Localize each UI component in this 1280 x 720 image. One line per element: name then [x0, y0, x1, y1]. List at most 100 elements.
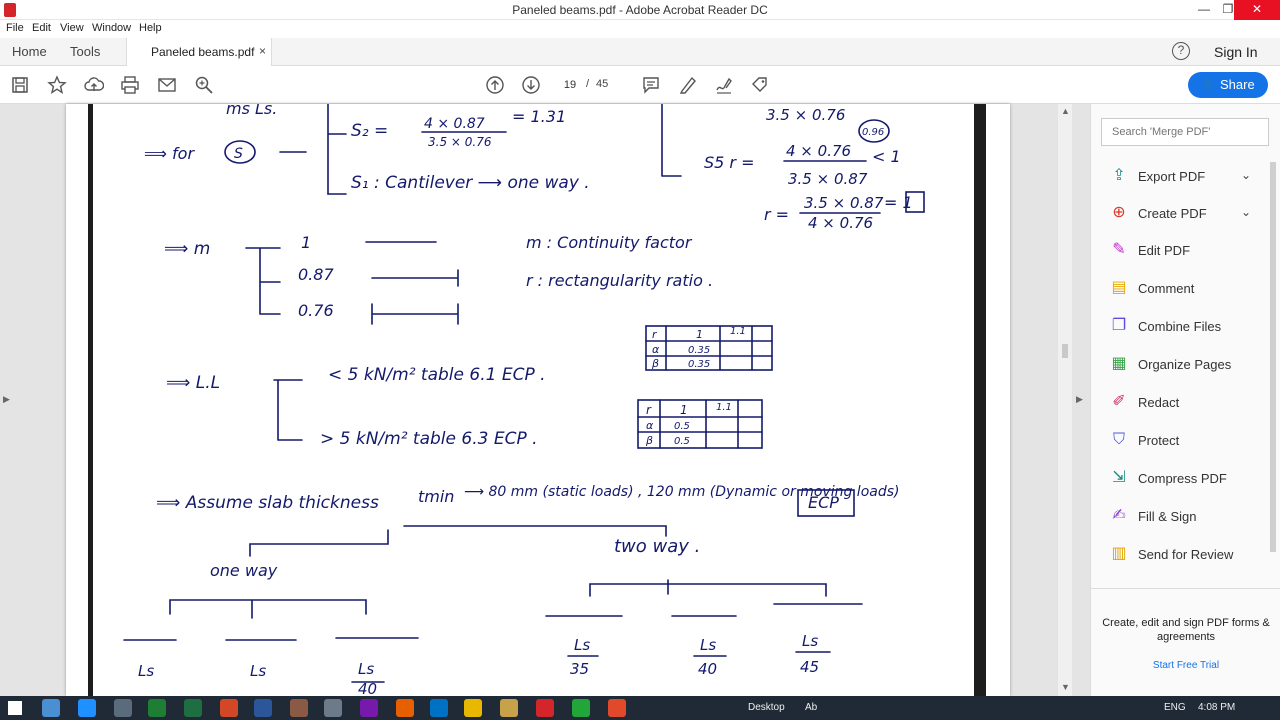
tool-fill-sign[interactable]: ✍ Fill & Sign [1109, 504, 1269, 530]
note-ll1: < 5 kN/m² table 6.1 ECP . [328, 365, 546, 385]
more-tools-icon[interactable] [750, 75, 770, 95]
browser-icon[interactable] [78, 699, 96, 717]
comment-icon[interactable] [641, 75, 661, 95]
tools-scroll-thumb[interactable] [1270, 162, 1276, 552]
start-trial-link[interactable]: Start Free Trial [1101, 660, 1271, 671]
note-s2: S₂ = [351, 121, 388, 141]
close-window-button[interactable]: ✕ [1234, 0, 1280, 20]
tool-export-pdf[interactable]: ⇪ Export PDF ⌄ [1109, 164, 1269, 190]
note-m: ⟹ m [164, 239, 210, 259]
tools-search-input[interactable] [1101, 118, 1269, 146]
share-person-icon: 👤 [1200, 77, 1217, 92]
save-icon[interactable] [10, 75, 30, 95]
sign-in-link[interactable]: Sign In [1214, 44, 1258, 60]
clock[interactable]: 4:08 PM [1198, 702, 1235, 713]
chevron-down-icon[interactable]: ⌄ [1241, 168, 1251, 182]
menu-help[interactable]: Help [139, 22, 162, 34]
desktop-toolbar-label[interactable]: Desktop [748, 702, 785, 713]
tab-home[interactable]: Home [12, 44, 47, 59]
page-separator: / [586, 78, 590, 90]
tool-redact[interactable]: ✐ Redact [1109, 390, 1269, 416]
scroll-up-icon[interactable]: ▲ [1061, 106, 1070, 116]
taskbar-app-icon[interactable] [464, 699, 482, 717]
tool-send-review[interactable]: ▥ Send for Review [1109, 542, 1269, 568]
tool-create-pdf[interactable]: ⊕ Create PDF ⌄ [1109, 201, 1269, 227]
menu-window[interactable]: Window [92, 22, 131, 34]
note-s5-num: 4 × 0.76 [786, 142, 851, 160]
onenote-icon[interactable] [360, 699, 378, 717]
tab-document[interactable]: Paneled beams.pdf × [126, 38, 272, 66]
svg-text:β: β [651, 357, 659, 370]
note-two-way: two way . [614, 536, 700, 557]
tool-label: Protect [1138, 433, 1180, 448]
tool-combine-files[interactable]: ❐ Combine Files [1109, 314, 1269, 340]
acrobat-taskbar-icon[interactable] [536, 699, 554, 717]
note-f4: Ls [574, 636, 590, 654]
menu-bar: File Edit View Window Help [0, 20, 1280, 38]
share-button[interactable]: 👤 Share [1188, 72, 1268, 98]
note-m3: 0.76 [298, 301, 334, 320]
collapse-left-icon[interactable]: ▶ [3, 394, 10, 405]
tool-organize-pages[interactable]: ▦ Organize Pages [1109, 352, 1269, 378]
tab-tools[interactable]: Tools [70, 44, 100, 59]
tool-label: Combine Files [1138, 319, 1222, 334]
windows-start-icon[interactable] [8, 701, 22, 715]
outlook-icon[interactable] [430, 699, 448, 717]
taskbar-app-icon[interactable] [290, 699, 308, 717]
note-s1: S₁ : Cantilever ⟶ one way . [351, 173, 590, 193]
note-r2-num: 3.5 × 0.87 [804, 194, 884, 212]
document-area[interactable]: ▶ ms Ls. S₂ = 4 × 0.87 3.5 × 0.76 = 1.31… [0, 104, 1090, 696]
taskbar-app-icon[interactable] [114, 699, 132, 717]
document-scrollbar[interactable]: ▲ ▼ [1058, 104, 1072, 696]
zoom-search-icon[interactable] [194, 75, 214, 95]
tool-protect[interactable]: ⛉ Protect [1109, 428, 1269, 454]
close-tab-icon[interactable]: × [259, 44, 266, 58]
next-page-icon[interactable] [521, 75, 541, 95]
language-indicator[interactable]: ENG [1164, 702, 1186, 713]
note-f6: Ls [802, 632, 818, 650]
table-1: r 1 1.1 α 0.35 β 0.35 [645, 325, 773, 371]
note-m1: 1 [301, 233, 311, 252]
note-s5: S5 r = [704, 153, 755, 172]
excel-icon[interactable] [184, 699, 202, 717]
redact-icon: ✐ [1112, 393, 1126, 410]
email-icon[interactable] [157, 75, 177, 95]
powerpoint-icon[interactable] [220, 699, 238, 717]
tools-scrollbar[interactable] [1267, 162, 1279, 582]
taskbar-app-icon[interactable] [324, 699, 342, 717]
tool-compress-pdf[interactable]: ⇲ Compress PDF [1109, 466, 1269, 492]
tool-edit-pdf[interactable]: ✎ Edit PDF [1109, 238, 1269, 264]
taskbar-app-icon[interactable] [42, 699, 60, 717]
svg-text:1: 1 [680, 403, 688, 417]
taskbar-app-icon[interactable] [608, 699, 626, 717]
menu-file[interactable]: File [6, 22, 24, 34]
taskbar-app-icon[interactable] [572, 699, 590, 717]
file-explorer-icon[interactable] [500, 699, 518, 717]
scroll-down-icon[interactable]: ▼ [1061, 682, 1070, 692]
upload-cloud-icon[interactable] [84, 75, 105, 95]
tool-comment[interactable]: ▤ Comment [1109, 276, 1269, 302]
tool-label: Send for Review [1138, 547, 1234, 562]
note-circle-val: 0.96 [862, 127, 884, 138]
bookmark-star-icon[interactable] [47, 75, 67, 95]
page-number-input[interactable] [557, 75, 583, 95]
firefox-icon[interactable] [396, 699, 414, 717]
menu-edit[interactable]: Edit [32, 22, 51, 34]
note-r2: r = [764, 205, 789, 224]
toolbar: / 45 👤 Share [0, 66, 1280, 104]
print-icon[interactable] [120, 75, 140, 95]
chevron-down-icon[interactable]: ⌄ [1241, 205, 1251, 219]
note-r2-val: = 1 [884, 193, 913, 212]
scroll-thumb[interactable] [1062, 344, 1068, 358]
collapse-right-icon[interactable]: ▶ [1076, 394, 1083, 405]
promo-text: Create, edit and sign PDF forms & agreem… [1102, 617, 1270, 643]
taskbar-app-icon[interactable] [148, 699, 166, 717]
sign-icon[interactable] [714, 75, 734, 95]
highlight-pen-icon[interactable] [678, 75, 698, 95]
previous-page-icon[interactable] [485, 75, 505, 95]
svg-text:1: 1 [696, 328, 703, 341]
word-icon[interactable] [254, 699, 272, 717]
menu-view[interactable]: View [60, 22, 84, 34]
help-icon[interactable]: ? [1172, 42, 1190, 60]
table-2: r 1 1.1 α 0.5 β 0.5 [637, 399, 763, 449]
